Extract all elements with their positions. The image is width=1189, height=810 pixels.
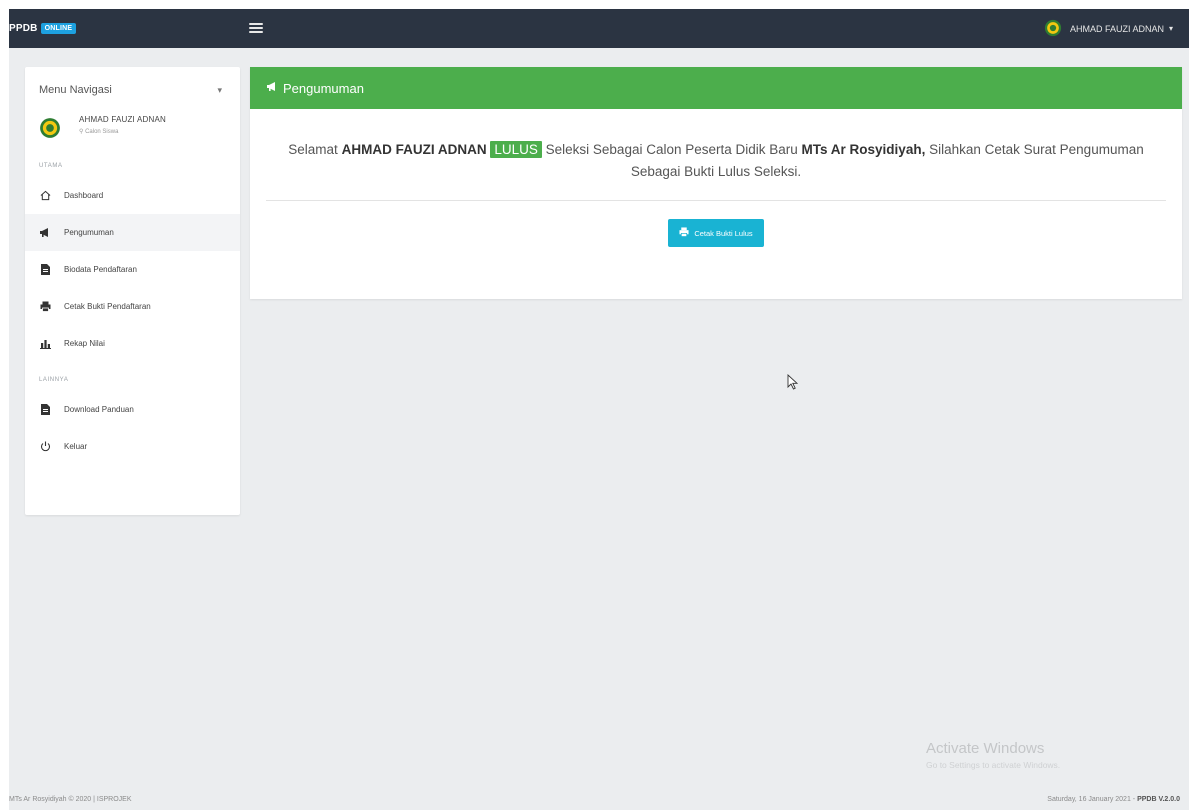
sidebar-item-download-panduan[interactable]: Download Panduan	[25, 391, 240, 428]
megaphone-icon	[266, 81, 278, 95]
chart-icon	[39, 338, 51, 350]
school-name: MTs Ar Rosyidiyah,	[801, 142, 926, 157]
announcement-text: Selamat AHMAD FAUZI ADNAN LULUS Seleksi …	[288, 141, 1144, 179]
windows-activation-watermark: Activate Windows Go to Settings to activ…	[926, 740, 1060, 770]
sidebar-item-biodata[interactable]: Biodata Pendaftaran	[25, 251, 240, 288]
footer-version: PPDB V.2.0.0	[1137, 796, 1180, 803]
sidebar-item-label: Pengumuman	[64, 228, 114, 237]
user-menu-name: AHMAD FAUZI ADNAN	[1069, 23, 1164, 34]
file-icon	[39, 264, 51, 276]
brand-logo[interactable]: PPDB ONLINE	[9, 9, 249, 48]
sidebar-title: Menu Navigasi	[39, 84, 112, 96]
brand-text: PPDB	[9, 23, 38, 34]
sidebar-user-name: AHMAD FAUZI ADNAN	[79, 115, 166, 124]
print-icon	[39, 301, 51, 313]
sidebar-item-label: Download Panduan	[64, 405, 134, 414]
panel-title: Pengumuman	[283, 80, 364, 96]
school-logo-icon	[39, 117, 61, 144]
footer-copyright: MTs Ar Rosyidiyah © 2020 | ISPROJEK	[9, 796, 132, 803]
sidebar-header: Menu Navigasi ▾	[25, 67, 240, 113]
sidebar-user-role: ⚲ Calon Siswa	[79, 129, 119, 135]
sidebar-section-main: UTAMA	[39, 163, 63, 169]
school-logo-icon	[1044, 19, 1062, 39]
sidebar-item-keluar[interactable]: Keluar	[25, 428, 240, 465]
app-frame: PPDB ONLINE AHMAD FAUZI ADNAN ▾ Menu Nav…	[9, 9, 1189, 810]
status-badge: LULUS	[490, 141, 542, 158]
sidebar-item-dashboard[interactable]: Dashboard	[25, 177, 240, 214]
footer-date-version: Saturday, 16 January 2021 - PPDB V.2.0.0	[1047, 796, 1180, 803]
user-menu[interactable]: AHMAD FAUZI ADNAN ▾	[1044, 9, 1173, 48]
brand-badge: ONLINE	[40, 23, 77, 34]
power-icon	[39, 441, 51, 453]
sidebar-item-rekap-nilai[interactable]: Rekap Nilai	[25, 325, 240, 362]
file-icon	[39, 404, 51, 416]
student-name: AHMAD FAUZI ADNAN	[341, 142, 487, 157]
sidebar-item-cetak-bukti[interactable]: Cetak Bukti Pendaftaran	[25, 288, 240, 325]
sidebar: Menu Navigasi ▾ AHMAD FAUZI ADNAN ⚲ Calo…	[25, 67, 240, 515]
sidebar-item-label: Rekap Nilai	[64, 339, 105, 348]
mouse-cursor-icon	[787, 373, 799, 395]
menu-toggle-icon[interactable]	[249, 21, 263, 35]
sidebar-section-other: LAINNYA	[39, 377, 69, 383]
print-proof-button[interactable]: Cetak Bukti Lulus	[668, 219, 764, 247]
announcement-panel: Pengumuman Selamat AHMAD FAUZI ADNAN LUL…	[250, 67, 1182, 299]
chevron-down-icon[interactable]: ▾	[217, 85, 222, 96]
top-navbar: PPDB ONLINE AHMAD FAUZI ADNAN ▾	[9, 9, 1189, 48]
megaphone-icon	[39, 227, 51, 239]
sidebar-item-label: Biodata Pendaftaran	[64, 265, 137, 274]
watermark-title: Activate Windows	[926, 740, 1045, 757]
sidebar-item-label: Cetak Bukti Pendaftaran	[64, 302, 151, 311]
watermark-subtitle: Go to Settings to activate Windows.	[926, 760, 1061, 770]
sidebar-item-label: Keluar	[64, 442, 88, 451]
sidebar-item-label: Dashboard	[64, 191, 104, 200]
sidebar-user: AHMAD FAUZI ADNAN ⚲ Calon Siswa	[25, 113, 240, 155]
print-icon	[679, 227, 689, 239]
home-icon	[39, 190, 51, 202]
chevron-down-icon: ▾	[1168, 24, 1173, 33]
print-proof-label: Cetak Bukti Lulus	[694, 228, 753, 238]
sidebar-item-pengumuman[interactable]: Pengumuman	[25, 214, 240, 251]
panel-header: Pengumuman	[250, 67, 1182, 109]
footer-date: Saturday, 16 January 2021 -	[1047, 796, 1138, 803]
